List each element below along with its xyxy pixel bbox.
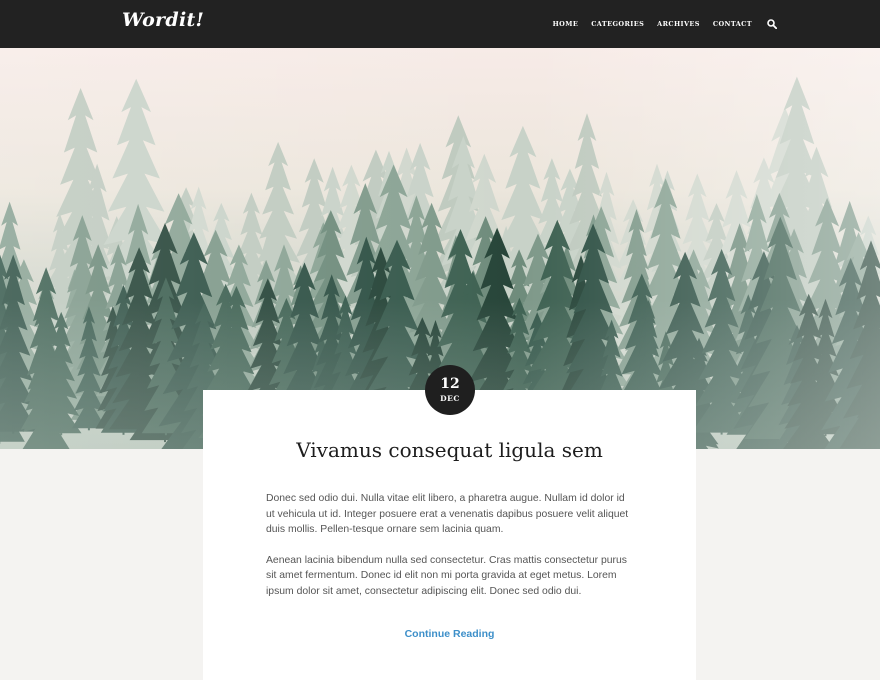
nav-contact[interactable]: CONTACT	[713, 20, 752, 28]
post-date-badge: 12 DEC	[425, 365, 475, 415]
main-nav: HOME CATEGORIES ARCHIVES CONTACT	[553, 0, 778, 48]
post-title[interactable]: Vivamus consequat ligula sem	[203, 436, 696, 464]
search-icon[interactable]	[766, 18, 778, 30]
nav-categories[interactable]: CATEGORIES	[591, 20, 644, 28]
site-logo[interactable]: Wordit!	[122, 9, 204, 31]
post-paragraph: Aenean lacinia bibendum nulla sed consec…	[266, 553, 634, 600]
nav-home[interactable]: HOME	[553, 20, 579, 28]
post-excerpt: Donec sed odio dui. Nulla vitae elit lib…	[266, 491, 634, 615]
post-date-month: DEC	[425, 394, 475, 404]
site-header: Wordit! HOME CATEGORIES ARCHIVES CONTACT	[0, 0, 880, 48]
post-date-day: 12	[425, 376, 475, 392]
post-paragraph: Donec sed odio dui. Nulla vitae elit lib…	[266, 491, 634, 538]
continue-reading-link[interactable]: Continue Reading	[203, 628, 696, 640]
nav-archives[interactable]: ARCHIVES	[657, 20, 700, 28]
